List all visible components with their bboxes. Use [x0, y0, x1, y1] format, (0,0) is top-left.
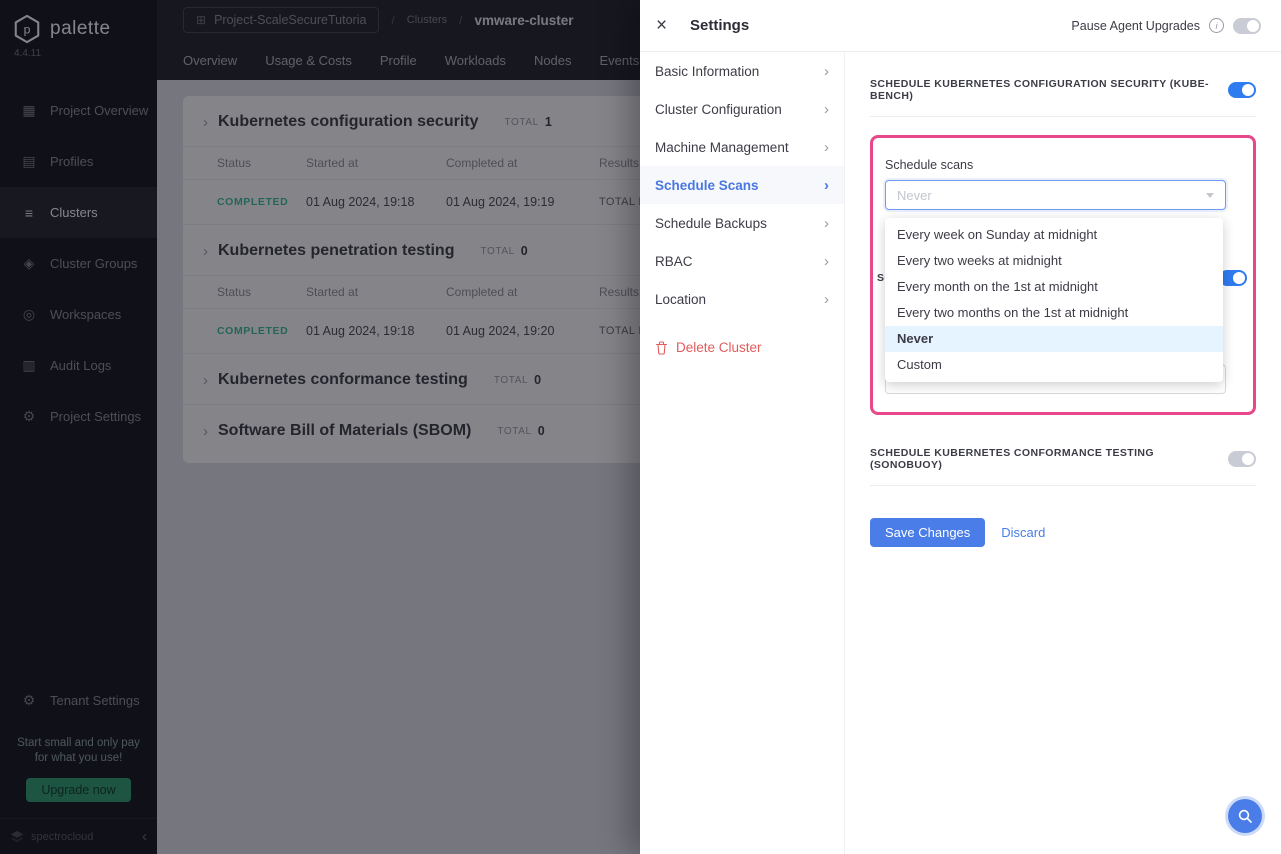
settings-nav-machine-management[interactable]: Machine Management›	[640, 128, 844, 166]
settings-nav-rbac[interactable]: RBAC›	[640, 242, 844, 280]
settings-nav-schedule-backups[interactable]: Schedule Backups›	[640, 204, 844, 242]
toggle-knob	[1242, 84, 1254, 96]
toggle-knob	[1247, 20, 1259, 32]
tutorial-highlight-box: Schedule scans Never SC Every week on Su…	[870, 135, 1256, 415]
settings-header: × Settings Pause Agent Upgrades i	[640, 0, 1281, 52]
kube-bench-label: SCHEDULE KUBERNETES CONFIGURATION SECURI…	[870, 78, 1228, 102]
delete-cluster-button[interactable]: Delete Cluster	[640, 330, 844, 365]
dropdown-option-custom[interactable]: Custom	[885, 352, 1223, 378]
settings-nav-cluster-configuration[interactable]: Cluster Configuration›	[640, 90, 844, 128]
schedule-scans-panel: SCHEDULE KUBERNETES CONFIGURATION SECURI…	[845, 52, 1281, 854]
discard-button[interactable]: Discard	[1001, 525, 1045, 540]
kube-bench-row: SCHEDULE KUBERNETES CONFIGURATION SECURI…	[870, 78, 1256, 117]
schedule-dropdown-menu: Every week on Sunday at midnight Every t…	[885, 218, 1223, 382]
save-changes-button[interactable]: Save Changes	[870, 518, 985, 547]
form-actions: Save Changes Discard	[870, 518, 1256, 547]
schedule-scans-label: Schedule scans	[885, 158, 973, 172]
sonobuoy-label: SCHEDULE KUBERNETES CONFORMANCE TESTING …	[870, 447, 1228, 471]
dropdown-option-weekly[interactable]: Every week on Sunday at midnight	[885, 222, 1223, 248]
info-icon[interactable]: i	[1209, 18, 1224, 33]
settings-drawer: × Settings Pause Agent Upgrades i Basic …	[640, 0, 1281, 854]
dropdown-option-biweekly[interactable]: Every two weeks at midnight	[885, 248, 1223, 274]
schedule-scans-select[interactable]: Never	[885, 180, 1226, 210]
toggle-knob	[1242, 453, 1254, 465]
chevron-down-icon	[1206, 193, 1214, 198]
dropdown-option-monthly[interactable]: Every month on the 1st at midnight	[885, 274, 1223, 300]
chevron-right-icon: ›	[824, 215, 829, 232]
trash-icon	[655, 341, 668, 355]
pause-agent-upgrades-toggle[interactable]	[1233, 18, 1261, 34]
search-icon	[1237, 808, 1253, 824]
kube-hunter-toggle[interactable]	[1219, 270, 1247, 286]
dropdown-option-bimonthly[interactable]: Every two months on the 1st at midnight	[885, 300, 1223, 326]
chevron-right-icon: ›	[824, 139, 829, 156]
help-search-fab[interactable]	[1228, 799, 1262, 833]
close-icon[interactable]: ×	[656, 15, 682, 37]
dropdown-option-never[interactable]: Never	[885, 326, 1223, 352]
settings-title: Settings	[690, 17, 749, 34]
toggle-knob	[1233, 272, 1245, 284]
settings-nav-basic-information[interactable]: Basic Information›	[640, 52, 844, 90]
settings-nav-schedule-scans[interactable]: Schedule Scans›	[640, 166, 844, 204]
kube-bench-toggle[interactable]	[1228, 82, 1256, 98]
chevron-right-icon: ›	[824, 253, 829, 270]
pause-agent-upgrades-label: Pause Agent Upgrades	[1071, 19, 1200, 33]
chevron-right-icon: ›	[824, 63, 829, 80]
sonobuoy-row: SCHEDULE KUBERNETES CONFORMANCE TESTING …	[870, 447, 1256, 486]
chevron-right-icon: ›	[824, 177, 829, 194]
settings-nav: Basic Information› Cluster Configuration…	[640, 52, 845, 854]
settings-nav-location[interactable]: Location›	[640, 280, 844, 318]
sonobuoy-toggle[interactable]	[1228, 451, 1256, 467]
chevron-right-icon: ›	[824, 101, 829, 118]
select-value: Never	[897, 188, 932, 203]
chevron-right-icon: ›	[824, 291, 829, 308]
app-root: p palette 4.4.11 ▦ Project Overview ▤ Pr…	[0, 0, 1281, 854]
